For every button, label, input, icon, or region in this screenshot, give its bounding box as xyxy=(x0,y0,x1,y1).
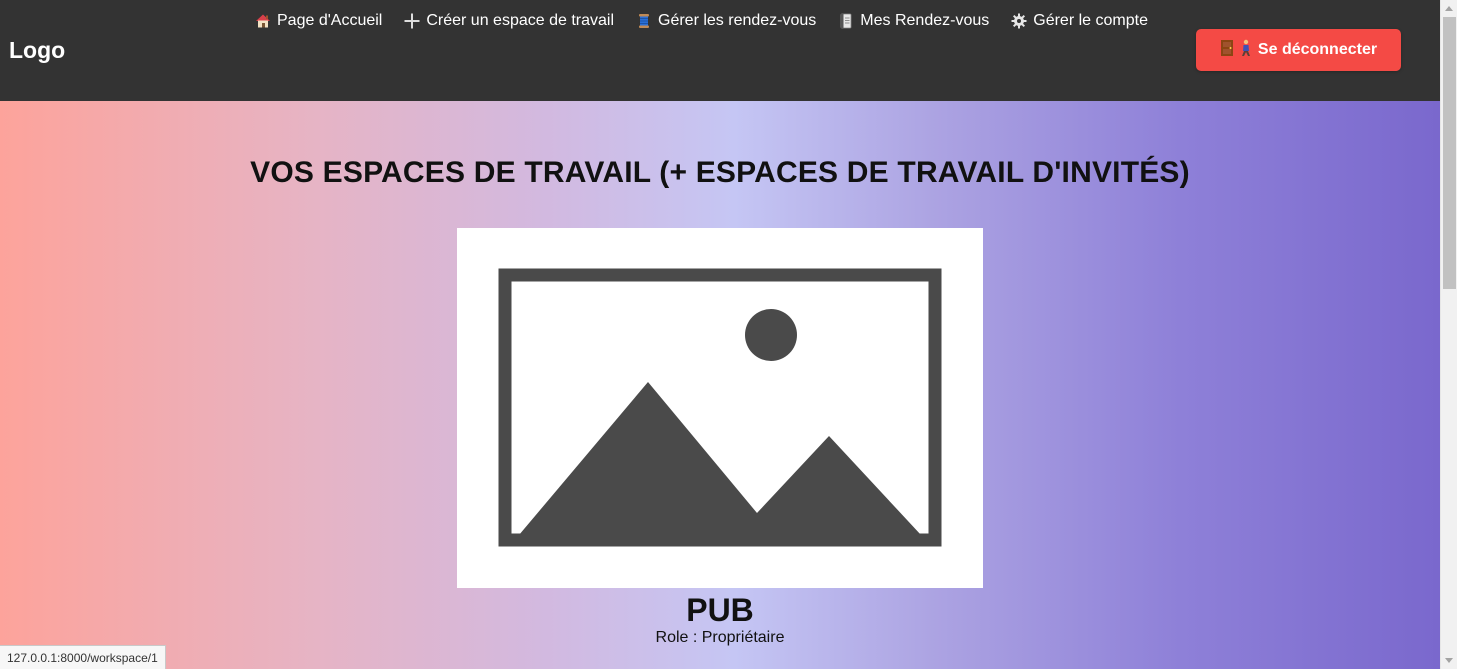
nav-item-label: Mes Rendez-vous xyxy=(860,12,990,29)
logout-button[interactable]: Se déconnecter xyxy=(1196,29,1401,71)
page-title: VOS ESPACES DE TRAVAIL (+ ESPACES DE TRA… xyxy=(250,156,1190,189)
nav-item-label: Gérer les rendez-vous xyxy=(658,12,817,29)
person-walking-icon xyxy=(1240,39,1252,62)
home-icon xyxy=(255,13,271,29)
vertical-scrollbar[interactable] xyxy=(1440,0,1457,669)
notebook-icon xyxy=(838,13,854,29)
nav-item-label: Page d'Accueil xyxy=(277,12,383,29)
logout-label: Se déconnecter xyxy=(1257,41,1378,58)
image-placeholder-icon xyxy=(498,268,942,547)
scroll-up-icon[interactable] xyxy=(1445,6,1453,11)
main-nav: Page d'Accueil Créer un espace de travai… xyxy=(255,9,1148,33)
gear-icon xyxy=(1011,13,1027,29)
nav-item-manage-appointments[interactable]: Gérer les rendez-vous xyxy=(636,10,816,32)
scrollbar-thumb[interactable] xyxy=(1443,17,1456,289)
nav-item-my-appointments[interactable]: Mes Rendez-vous xyxy=(838,10,989,32)
nav-item-manage-account[interactable]: Gérer le compte xyxy=(1011,10,1148,32)
page-viewport: Logo Page d'Accueil Créer un espace de t… xyxy=(0,0,1440,669)
spool-icon xyxy=(636,13,652,29)
nav-item-create-workspace[interactable]: Créer un espace de travail xyxy=(404,10,614,32)
nav-item-home[interactable]: Page d'Accueil xyxy=(255,10,382,32)
workspace-card-image[interactable] xyxy=(457,228,983,588)
main-content: VOS ESPACES DE TRAVAIL (+ ESPACES DE TRA… xyxy=(0,101,1440,669)
scroll-down-icon[interactable] xyxy=(1445,658,1453,663)
logo[interactable]: Logo xyxy=(9,36,65,64)
top-navbar: Logo Page d'Accueil Créer un espace de t… xyxy=(0,0,1440,101)
nav-item-label: Gérer le compte xyxy=(1033,12,1148,29)
workspace-name[interactable]: PUB xyxy=(0,591,1440,629)
door-icon xyxy=(1220,39,1234,62)
plus-icon xyxy=(404,13,420,29)
nav-item-label: Créer un espace de travail xyxy=(426,12,614,29)
status-bar-url: 127.0.0.1:8000/workspace/1 xyxy=(0,645,166,669)
workspace-role: Role : Propriétaire xyxy=(655,629,785,646)
